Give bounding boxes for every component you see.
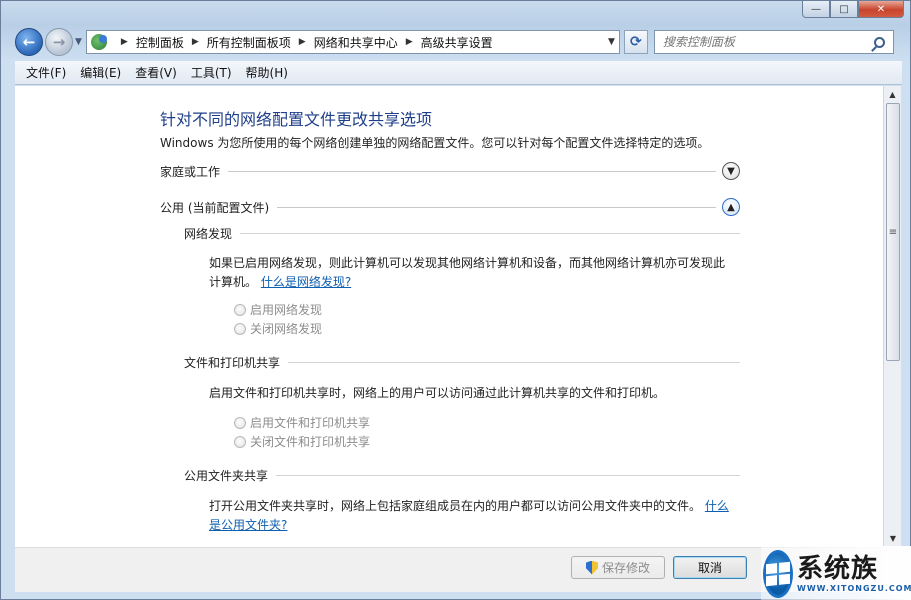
public-folder-sharing-desc: 打开公用文件夹共享时，网络上包括家庭组成员在内的用户都可以访问公用文件夹中的文件… <box>209 499 702 513</box>
radio-label: 启用网络发现 <box>250 303 323 317</box>
expand-chevron-down-icon[interactable]: ▼ <box>722 162 740 180</box>
maximize-button[interactable]: □ <box>830 1 858 18</box>
menu-tools[interactable]: 工具(T) <box>184 64 239 81</box>
breadcrumb-all-items[interactable]: 所有控制面板项 <box>207 34 291 51</box>
window-controls: — □ ✕ <box>802 1 904 18</box>
public-folder-sharing-header: 公用文件夹共享 <box>184 467 740 484</box>
address-bar[interactable]: ▶ 控制面板 ▶ 所有控制面板项 ▶ 网络和共享中心 ▶ 高级共享设置 ▼ <box>85 30 620 54</box>
public-folder-help-link-part2[interactable]: 是公用文件夹? <box>209 518 287 532</box>
radio-disable-file-sharing[interactable]: 关闭文件和打印机共享 <box>234 433 370 450</box>
recent-pages-dropdown-icon[interactable]: ▼ <box>75 37 82 47</box>
profile-public[interactable]: 公用 (当前配置文件) ▲ <box>160 198 740 216</box>
network-discovery-text: 如果已启用网络发现，则此计算机可以发现其他网络计算机和设备，而其他网络计算机亦可… <box>209 254 729 292</box>
uac-shield-icon <box>585 560 598 575</box>
minimize-button[interactable]: — <box>802 1 830 18</box>
menu-file[interactable]: 文件(F) <box>19 64 73 81</box>
menu-edit[interactable]: 编辑(E) <box>73 64 128 81</box>
back-button[interactable]: ← <box>15 28 43 56</box>
forward-button[interactable]: → <box>45 28 73 56</box>
network-discovery-title: 网络发现 <box>184 227 233 241</box>
chevron-right-icon[interactable]: ▶ <box>406 37 413 47</box>
save-changes-label: 保存修改 <box>601 561 650 575</box>
menu-view[interactable]: 查看(V) <box>128 64 184 81</box>
divider <box>228 170 716 172</box>
profile-home-work[interactable]: 家庭或工作 ▼ <box>160 162 740 180</box>
divider <box>240 233 740 234</box>
file-printer-sharing-title: 文件和打印机共享 <box>184 356 281 370</box>
back-arrow-icon: ← <box>22 33 36 51</box>
navigation-bar: ← → ▼ ▶ 控制面板 ▶ 所有控制面板项 ▶ 网络和共享中心 ▶ 高级共享设… <box>15 27 902 57</box>
scroll-down-icon[interactable]: ▼ <box>884 530 902 547</box>
radio-label: 关闭网络发现 <box>250 322 323 336</box>
radio-label: 关闭文件和打印机共享 <box>250 435 371 449</box>
grip-icon: ≡ <box>888 226 898 238</box>
menu-help[interactable]: 帮助(H) <box>239 64 295 81</box>
network-icon <box>90 34 107 50</box>
divider <box>276 475 740 476</box>
search-icon[interactable] <box>873 36 885 48</box>
public-folder-help-link-part1[interactable]: 什么 <box>705 499 729 513</box>
radio-button[interactable] <box>234 416 246 429</box>
cancel-label: 取消 <box>697 561 722 575</box>
profile-public-label: 公用 (当前配置文件) <box>160 200 270 215</box>
refresh-button[interactable]: ⟳ <box>623 30 648 54</box>
vertical-scrollbar[interactable]: ▲ ≡ ▼ <box>883 86 901 547</box>
chevron-right-icon[interactable]: ▶ <box>121 37 128 47</box>
close-button[interactable]: ✕ <box>858 1 904 18</box>
radio-enable-file-sharing[interactable]: 启用文件和打印机共享 <box>234 414 370 431</box>
file-printer-sharing-header: 文件和打印机共享 <box>184 354 740 371</box>
divider <box>288 362 740 363</box>
explorer-window: — □ ✕ ← → ▼ ▶ 控制面板 ▶ 所有控制面板项 ▶ 网络和共享中心 ▶… <box>0 0 911 600</box>
public-folder-sharing-text: 打开公用文件夹共享时，网络上包括家庭组成员在内的用户都可以访问公用文件夹中的文件… <box>209 497 729 535</box>
radio-disable-network-discovery[interactable]: 关闭网络发现 <box>234 320 322 337</box>
address-dropdown-icon[interactable]: ▼ <box>608 37 615 47</box>
menu-bar: 文件(F) 编辑(E) 查看(V) 工具(T) 帮助(H) <box>15 61 902 85</box>
breadcrumb-advanced-sharing[interactable]: 高级共享设置 <box>421 34 493 51</box>
search-box[interactable] <box>653 30 894 54</box>
collapse-chevron-up-icon[interactable]: ▲ <box>722 198 740 216</box>
breadcrumb-control-panel[interactable]: 控制面板 <box>136 34 184 51</box>
divider <box>277 206 716 208</box>
profile-home-work-label: 家庭或工作 <box>160 164 221 179</box>
site-watermark: 系统族 WWW.XITONGZU.COM <box>761 546 911 600</box>
radio-button[interactable] <box>234 435 246 448</box>
radio-button[interactable] <box>234 322 246 335</box>
file-printer-sharing-text: 启用文件和打印机共享时，网络上的用户可以访问通过此计算机共享的文件和打印机。 <box>209 386 666 400</box>
network-discovery-line1: 如果已启用网络发现，则此计算机可以发现其他网络计算机和设备，而其他网络计算机亦可… <box>209 256 726 270</box>
search-input[interactable] <box>662 35 870 49</box>
public-folder-sharing-title: 公用文件夹共享 <box>184 469 269 483</box>
network-discovery-help-link[interactable]: 什么是网络发现? <box>261 275 351 289</box>
page-description: Windows 为您所使用的每个网络创建单独的网络配置文件。您可以针对每个配置文… <box>160 136 710 150</box>
chevron-right-icon[interactable]: ▶ <box>192 37 199 47</box>
radio-button[interactable] <box>234 303 246 316</box>
save-changes-button[interactable]: 保存修改 <box>571 556 665 579</box>
network-discovery-header: 网络发现 <box>184 225 740 242</box>
watermark-url: WWW.XITONGZU.COM <box>797 584 911 593</box>
forward-arrow-icon: → <box>52 33 66 51</box>
network-discovery-line2: 计算机。 <box>209 275 258 289</box>
refresh-icon: ⟳ <box>630 34 642 50</box>
content-area: 针对不同的网络配置文件更改共享选项 Windows 为您所使用的每个网络创建单独… <box>15 86 883 547</box>
scroll-up-icon[interactable]: ▲ <box>884 86 901 103</box>
scrollbar-thumb[interactable]: ≡ <box>886 103 900 361</box>
watermark-name: 系统族 <box>797 554 879 584</box>
windows-logo-icon <box>763 549 793 598</box>
breadcrumb-network-center[interactable]: 网络和共享中心 <box>314 34 398 51</box>
radio-label: 启用文件和打印机共享 <box>250 416 371 430</box>
page-title: 针对不同的网络配置文件更改共享选项 <box>160 110 433 129</box>
cancel-button[interactable]: 取消 <box>673 556 747 579</box>
chevron-right-icon[interactable]: ▶ <box>299 37 306 47</box>
radio-enable-network-discovery[interactable]: 启用网络发现 <box>234 301 322 318</box>
